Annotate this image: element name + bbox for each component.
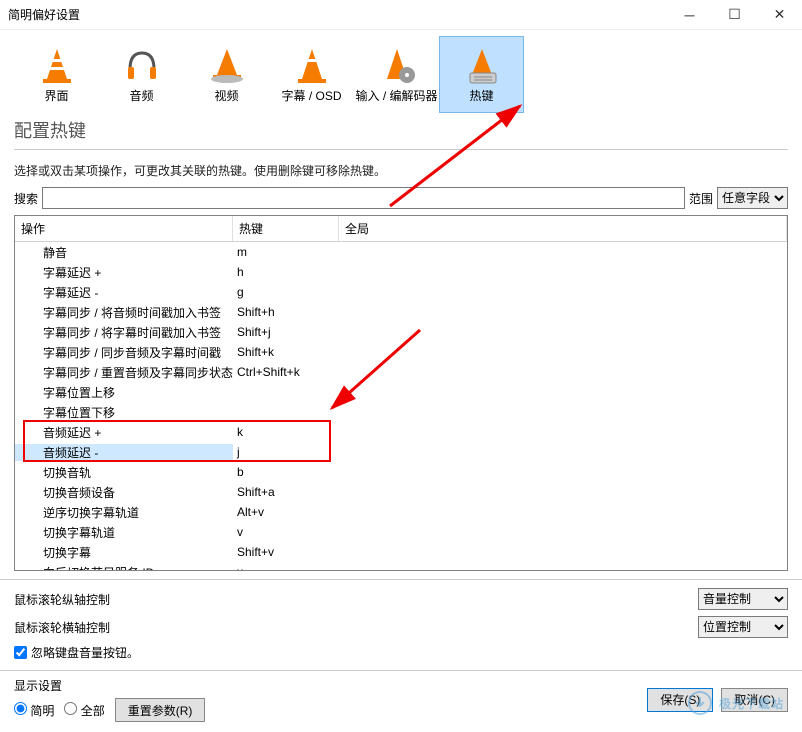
tab-label: 字幕 / OSD <box>281 87 341 104</box>
section-title: 配置热键 <box>14 117 788 150</box>
cell-hotkey: Shift+a <box>233 485 339 499</box>
cell-action: 字幕同步 / 重置音频及字幕同步状态 <box>15 364 233 381</box>
tab-label: 视频 <box>214 87 238 104</box>
table-row[interactable]: 字幕位置上移 <box>15 382 787 402</box>
cell-action: 字幕位置下移 <box>15 404 233 421</box>
table-row[interactable]: 向后切换节目服务 IDx <box>15 562 787 571</box>
wheel-vertical-select[interactable]: 音量控制 <box>698 588 788 610</box>
headphones-icon <box>118 41 166 85</box>
cell-hotkey: Shift+v <box>233 545 339 559</box>
maximize-button[interactable]: ☐ <box>712 0 757 29</box>
tab-audio[interactable]: 音频 <box>99 36 184 113</box>
cell-action: 字幕同步 / 将音频时间戳加入书签 <box>15 304 233 321</box>
tab-label: 输入 / 编解码器 <box>355 87 437 104</box>
disc-icon <box>373 41 421 85</box>
keyboard-icon <box>458 41 506 85</box>
cell-action: 字幕同步 / 同步音频及字幕时间戳 <box>15 344 233 361</box>
table-row[interactable]: 切换字幕Shift+v <box>15 542 787 562</box>
table-row[interactable]: 字幕延迟 +h <box>15 262 787 282</box>
cell-action: 字幕延迟 + <box>15 264 233 281</box>
search-input[interactable] <box>42 187 685 209</box>
tab-label: 界面 <box>44 87 68 104</box>
radio-all[interactable]: 全部 <box>64 702 104 719</box>
window-title: 简明偏好设置 <box>0 6 80 23</box>
cell-hotkey: Ctrl+Shift+k <box>233 365 339 379</box>
cell-action: 字幕位置上移 <box>15 384 233 401</box>
table-row[interactable]: 字幕同步 / 将音频时间戳加入书签Shift+h <box>15 302 787 322</box>
ignore-media-keys-label: 忽略键盘音量按钮。 <box>31 644 139 661</box>
cell-action: 逆序切换字幕轨道 <box>15 504 233 521</box>
cell-hotkey: h <box>233 265 339 279</box>
tab-interface[interactable]: 界面 <box>14 36 99 113</box>
cell-action: 音频延迟 - <box>15 444 233 461</box>
cell-hotkey: x <box>233 565 339 571</box>
cell-action: 切换字幕轨道 <box>15 524 233 541</box>
minimize-button[interactable]: ─ <box>667 0 712 29</box>
radio-simple[interactable]: 简明 <box>14 702 54 719</box>
cell-hotkey: k <box>233 425 339 439</box>
ignore-media-keys-input[interactable] <box>14 646 27 659</box>
cell-hotkey: Shift+k <box>233 345 339 359</box>
cell-action: 字幕同步 / 将字幕时间戳加入书签 <box>15 324 233 341</box>
window-controls: ─ ☐ ✕ <box>667 0 802 29</box>
film-icon <box>203 41 251 85</box>
cell-hotkey: Alt+v <box>233 505 339 519</box>
content-area: 选择或双击某项操作，可更改其关联的热键。使用删除键可移除热键。 搜索 范围 任意… <box>0 152 802 571</box>
reset-button[interactable]: 重置参数(R) <box>115 698 206 722</box>
cell-hotkey: g <box>233 285 339 299</box>
cell-action: 切换音频设备 <box>15 484 233 501</box>
tab-codecs[interactable]: 输入 / 编解码器 <box>354 36 439 113</box>
cell-hotkey: v <box>233 525 339 539</box>
table-row[interactable]: 音频延迟 +k <box>15 422 787 442</box>
table-row[interactable]: 字幕延迟 -g <box>15 282 787 302</box>
cell-action: 切换字幕 <box>15 544 233 561</box>
tab-subtitles[interactable]: 字幕 / OSD <box>269 36 354 113</box>
cell-hotkey: Shift+h <box>233 305 339 319</box>
col-action[interactable]: 操作 <box>15 216 233 241</box>
wheel-horizontal-label: 鼠标滚轮横轴控制 <box>14 619 110 636</box>
table-row[interactable]: 字幕位置下移 <box>15 402 787 422</box>
cell-hotkey: b <box>233 465 339 479</box>
scope-label: 范围 <box>689 190 713 207</box>
table-row[interactable]: 切换音频设备Shift+a <box>15 482 787 502</box>
cell-action: 切换音轨 <box>15 464 233 481</box>
cone-icon <box>33 41 81 85</box>
subtitle-icon <box>288 41 336 85</box>
ignore-media-keys-checkbox[interactable]: 忽略键盘音量按钮。 <box>14 644 788 661</box>
display-settings-label: 显示设置 <box>14 677 205 694</box>
hint-text: 选择或双击某项操作，可更改其关联的热键。使用删除键可移除热键。 <box>14 162 788 179</box>
table-row[interactable]: 字幕同步 / 重置音频及字幕同步状态Ctrl+Shift+k <box>15 362 787 382</box>
save-button[interactable]: 保存(S) <box>647 688 713 712</box>
cell-hotkey: Shift+j <box>233 325 339 339</box>
category-tabs: 界面 音频 视频 字幕 / OSD 输入 / 编解码器 热键 <box>0 30 802 113</box>
col-hotkey[interactable]: 热键 <box>233 216 339 241</box>
table-row[interactable]: 切换字幕轨道v <box>15 522 787 542</box>
tab-video[interactable]: 视频 <box>184 36 269 113</box>
cell-hotkey: j <box>233 445 339 459</box>
cell-action: 音频延迟 + <box>15 424 233 441</box>
col-global[interactable]: 全局 <box>339 216 787 241</box>
search-label: 搜索 <box>14 190 38 207</box>
titlebar: 简明偏好设置 ─ ☐ ✕ <box>0 0 802 30</box>
wheel-vertical-label: 鼠标滚轮纵轴控制 <box>14 591 110 608</box>
table-row[interactable]: 字幕同步 / 同步音频及字幕时间戳Shift+k <box>15 342 787 362</box>
scope-select[interactable]: 任意字段 <box>717 187 788 209</box>
table-row[interactable]: 切换音轨b <box>15 462 787 482</box>
table-row[interactable]: 静音m <box>15 242 787 262</box>
tab-label: 音频 <box>129 87 153 104</box>
close-button[interactable]: ✕ <box>757 0 802 29</box>
hotkeys-table[interactable]: 操作 热键 全局 静音m字幕延迟 +h字幕延迟 -g字幕同步 / 将音频时间戳加… <box>14 215 788 571</box>
cell-action: 向后切换节目服务 ID <box>15 564 233 572</box>
table-row[interactable]: 音频延迟 -j <box>15 442 787 462</box>
wheel-horizontal-select[interactable]: 位置控制 <box>698 616 788 638</box>
table-row[interactable]: 字幕同步 / 将字幕时间戳加入书签Shift+j <box>15 322 787 342</box>
tab-hotkeys[interactable]: 热键 <box>439 36 524 113</box>
cell-action: 静音 <box>15 244 233 261</box>
cell-action: 字幕延迟 - <box>15 284 233 301</box>
table-row[interactable]: 逆序切换字幕轨道Alt+v <box>15 502 787 522</box>
cancel-button[interactable]: 取消(C) <box>721 688 788 712</box>
cell-hotkey: m <box>233 245 339 259</box>
tab-label: 热键 <box>469 87 493 104</box>
